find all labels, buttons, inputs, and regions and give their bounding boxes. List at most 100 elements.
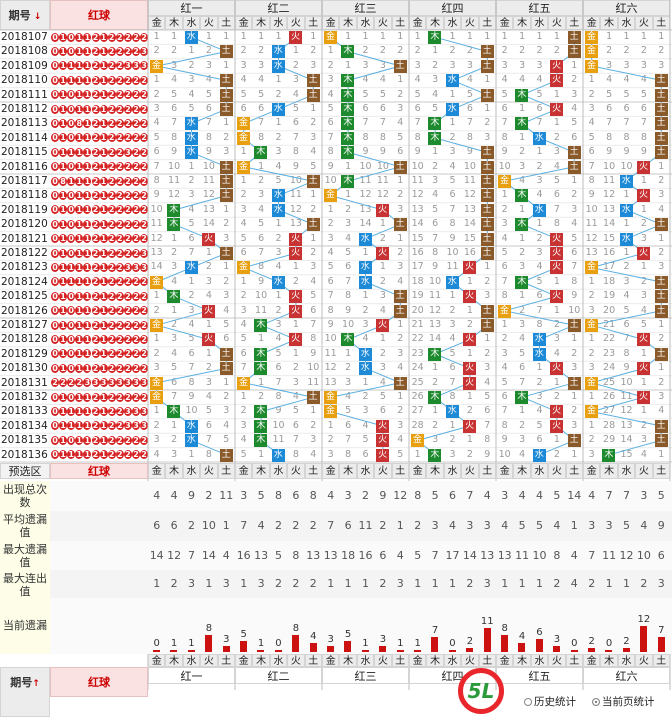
preselect-cell[interactable]: 土: [217, 463, 235, 479]
preselect-cell[interactable]: 木: [165, 463, 183, 479]
stat-value: 5: [622, 519, 630, 532]
history-radio[interactable]: [524, 698, 532, 706]
hit-tag: 土: [654, 74, 668, 88]
hit-tag: 水: [271, 189, 285, 203]
stat-value: 13: [306, 548, 321, 562]
hit-tag: 土: [393, 218, 407, 232]
omission-bar-label: 8: [205, 623, 213, 634]
hit-tag: 土: [480, 160, 494, 174]
preselect-cell[interactable]: 水: [443, 463, 462, 479]
stat-value: 3: [605, 519, 613, 532]
preselect-cell[interactable]: 水: [530, 463, 549, 479]
hit-tag: 火: [463, 376, 477, 390]
stat-value: 12: [619, 548, 634, 562]
footer-element-header: 水: [530, 654, 549, 667]
omission-bar: [309, 643, 317, 652]
preselect-cell[interactable]: 火: [287, 463, 305, 479]
omission-bar: [187, 649, 195, 652]
footer-period-header[interactable]: 期号↑: [0, 667, 50, 717]
preselect-cell[interactable]: 金: [322, 463, 340, 479]
preselect-cell[interactable]: 金: [583, 463, 601, 479]
hit-tag: 金: [585, 59, 598, 73]
preselect-cell[interactable]: 金: [235, 463, 253, 479]
preselect-cell[interactable]: 金: [409, 463, 427, 479]
stat-value: 1: [205, 577, 213, 590]
stat-value: 2: [640, 577, 648, 590]
hit-tag: 木: [254, 319, 268, 332]
hit-tag: 木: [167, 405, 181, 419]
stat-value: 13: [323, 548, 338, 562]
omission-bar-label: 7: [658, 626, 665, 636]
current-page-option-label[interactable]: 当前页统计: [602, 696, 670, 708]
hit-tag: 木: [341, 117, 355, 131]
omission-bar: [396, 649, 404, 652]
stat-value: 3: [466, 519, 474, 532]
hit-tag: 火: [463, 333, 477, 347]
hit-tag: 金: [237, 131, 250, 145]
hit-tag: 金: [498, 304, 511, 318]
preselect-cell[interactable]: 火: [461, 463, 479, 479]
hit-tag: 木: [428, 31, 442, 44]
sort-arrow-up-icon[interactable]: ↑: [32, 679, 40, 689]
omission-bar: [240, 641, 247, 652]
stat-value: 6: [344, 519, 352, 532]
stat-label: 最大遗漏值: [0, 541, 50, 570]
preselect-cell[interactable]: 水: [182, 463, 201, 479]
hit-tag: 金: [585, 405, 598, 419]
stat-value: 2: [274, 577, 282, 590]
preselect-cell[interactable]: 水: [617, 463, 636, 479]
hit-tag: 金: [324, 189, 337, 203]
stat-value: 4: [535, 489, 543, 502]
hit-tag: 土: [480, 175, 494, 188]
preselect-cell[interactable]: 火: [635, 463, 653, 479]
preselect-cell[interactable]: 木: [513, 463, 531, 479]
hit-tag: 土: [567, 45, 581, 59]
stat-value: 11: [602, 548, 617, 562]
hit-tag: 火: [376, 319, 390, 332]
preselect-cell[interactable]: 火: [548, 463, 566, 479]
stat-value: 4: [170, 489, 178, 502]
footer-element-header: 金: [583, 654, 601, 667]
stat-value: 2: [588, 577, 596, 590]
stat-value: 7: [466, 489, 474, 502]
hit-tag: 火: [637, 391, 651, 404]
trend-chart: 期号 ↓ 红球 红一金木水火土红二金木水火土红三金木水火土红四金木水火土红五金木水火…: [0, 0, 672, 717]
preselect-cell[interactable]: 金: [148, 463, 166, 479]
current-page-radio[interactable]: [592, 698, 600, 706]
omission-bar-label: 1: [397, 638, 404, 649]
footer-element-header: 木: [426, 654, 444, 667]
history-option-label[interactable]: 历史统计: [534, 696, 590, 708]
stat-value: 11: [219, 489, 234, 502]
omission-bar-label: 3: [379, 634, 387, 645]
preselect-cell[interactable]: 金: [496, 463, 514, 479]
hit-tag: 土: [480, 218, 494, 232]
stat-value: 17: [445, 548, 460, 562]
hit-tag: 水: [184, 434, 198, 448]
preselect-cell[interactable]: 土: [565, 463, 583, 479]
omission-bar: [344, 641, 352, 652]
hit-tag: 土: [219, 362, 233, 376]
preselect-cell[interactable]: 水: [356, 463, 375, 479]
stat-value: 1: [153, 577, 161, 590]
footer-element-header: 水: [356, 654, 375, 667]
stat-value: 8: [292, 548, 300, 562]
hit-tag: 水: [532, 203, 546, 217]
preselect-cell[interactable]: 火: [200, 463, 218, 479]
preselect-cell[interactable]: 土: [652, 463, 670, 479]
preselect-cell[interactable]: 木: [252, 463, 270, 479]
preselect-cell[interactable]: 水: [269, 463, 288, 479]
preselect-cell[interactable]: 木: [339, 463, 357, 479]
omission-bar: [622, 647, 630, 652]
preselect-cell[interactable]: 土: [478, 463, 496, 479]
stat-value: 4: [483, 489, 491, 502]
stat-value: 2: [292, 519, 300, 532]
preselect-cell[interactable]: 土: [304, 463, 322, 479]
preselect-cell[interactable]: 土: [391, 463, 409, 479]
hit-tag: 金: [150, 319, 163, 332]
hit-tag: 土: [567, 434, 581, 448]
preselect-cell[interactable]: 木: [600, 463, 618, 479]
omission-bar-label: 12: [637, 615, 651, 626]
stat-value: 9: [379, 489, 387, 502]
preselect-cell[interactable]: 木: [426, 463, 444, 479]
preselect-cell[interactable]: 火: [374, 463, 392, 479]
